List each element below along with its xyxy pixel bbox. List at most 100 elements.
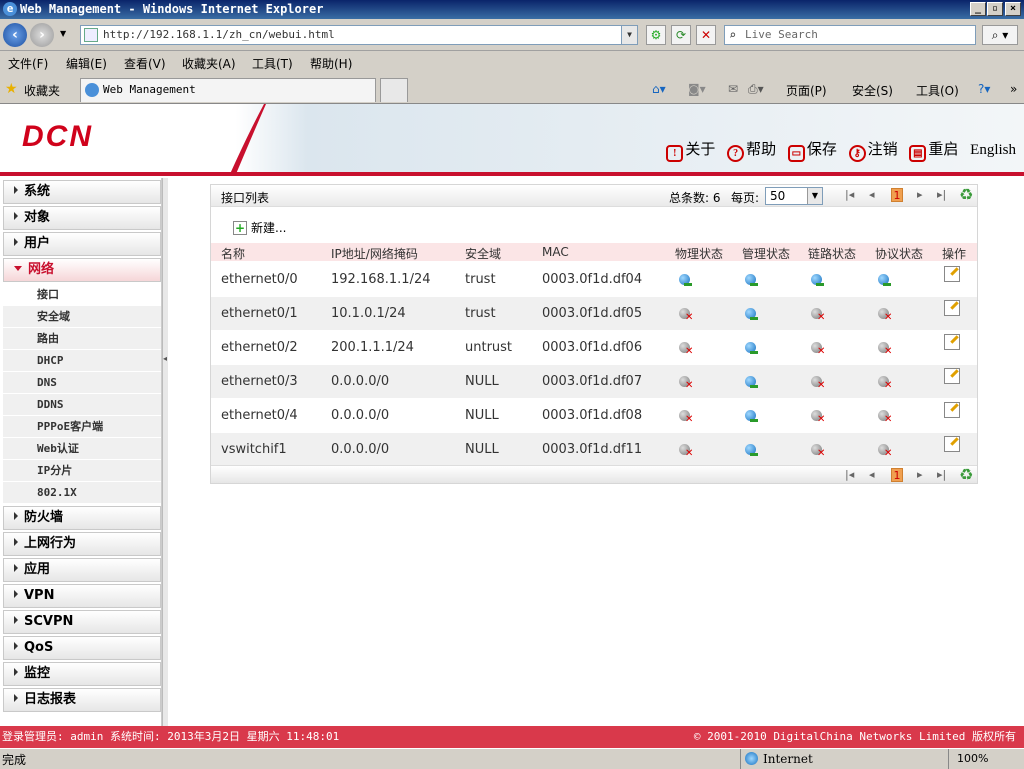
- browser-tab[interactable]: Web Management: [80, 78, 376, 102]
- login-info: 登录管理员: admin 系统时间: 2013年3月2日 星期六 11:48:0…: [2, 730, 340, 743]
- menu-favorites[interactable]: 收藏夹(A): [182, 55, 236, 72]
- save-link[interactable]: ▭ 保存: [787, 138, 837, 162]
- compat-view-icon[interactable]: ⚙: [646, 25, 666, 45]
- sidebar-sub-8021x[interactable]: 802.1X: [3, 482, 161, 504]
- sidebar-item-scvpn[interactable]: SCVPN: [3, 610, 161, 634]
- menu-view[interactable]: 查看(V): [124, 55, 166, 72]
- new-button[interactable]: + 新建...: [233, 219, 286, 236]
- sidebar-sub-route[interactable]: 路由: [3, 328, 161, 350]
- feeds-icon[interactable]: ◙▾: [688, 82, 706, 96]
- current-page[interactable]: 1: [891, 188, 903, 202]
- help-icon[interactable]: ?▾: [978, 82, 990, 96]
- address-dropdown-icon[interactable]: ▼: [621, 26, 637, 44]
- english-link[interactable]: English: [970, 142, 1016, 159]
- new-tab-button[interactable]: [380, 78, 408, 102]
- refresh-icon[interactable]: ⟳: [671, 25, 691, 45]
- maximize-button[interactable]: ▫: [987, 2, 1003, 16]
- prev-page-icon[interactable]: ◂: [869, 468, 875, 481]
- collapse-arrow-icon[interactable]: ◂: [163, 354, 167, 363]
- sidebar-item-log-report[interactable]: 日志报表: [3, 688, 161, 712]
- mail-icon[interactable]: ✉: [728, 82, 738, 96]
- print-icon[interactable]: ⎙▾: [748, 82, 764, 97]
- next-page-icon[interactable]: ▸: [917, 188, 923, 201]
- sidebar-item-network[interactable]: 网络: [3, 258, 161, 282]
- back-icon[interactable]: ‹: [3, 23, 27, 47]
- last-page-icon[interactable]: ▸|: [937, 188, 946, 201]
- per-page-select[interactable]: 50 ▼: [765, 187, 823, 205]
- sidebar-item-application[interactable]: 应用: [3, 558, 161, 582]
- recent-pages-icon[interactable]: ▼: [60, 29, 66, 38]
- table-row[interactable]: vswitchif1 0.0.0.0/0 NULL 0003.0f1d.df11 ✕ ✕ ✕: [211, 433, 977, 467]
- favorites-label[interactable]: 收藏夹: [24, 82, 60, 99]
- sidebar-splitter[interactable]: ◂: [162, 178, 168, 726]
- sidebar-item-system[interactable]: 系统: [3, 180, 161, 204]
- internet-zone: Internet: [740, 749, 813, 769]
- sidebar-item-qos[interactable]: QoS: [3, 636, 161, 660]
- edit-icon[interactable]: [944, 402, 960, 418]
- edit-icon[interactable]: [944, 334, 960, 350]
- current-page[interactable]: 1: [891, 468, 903, 482]
- favorites-star-icon[interactable]: ★: [5, 81, 18, 97]
- panel-title: 接口列表: [221, 191, 270, 205]
- col-ip[interactable]: IP地址/网络掩码: [331, 245, 418, 262]
- sidebar-sub-interface[interactable]: 接口: [3, 284, 161, 306]
- sidebar-item-monitor[interactable]: 监控: [3, 662, 161, 686]
- edit-icon[interactable]: [944, 368, 960, 384]
- new-plus-icon: +: [233, 221, 247, 235]
- collapsed-arrow-icon: [14, 590, 18, 598]
- logout-link[interactable]: ⚷ 注销: [848, 138, 898, 162]
- help-link[interactable]: ? 帮助: [727, 138, 776, 162]
- menu-file[interactable]: 文件(F): [8, 55, 48, 72]
- safety-menu[interactable]: 安全(S): [852, 82, 893, 99]
- table-row[interactable]: ethernet0/1 10.1.0.1/24 trust 0003.0f1d.df0…: [211, 297, 977, 331]
- menu-help[interactable]: 帮助(H): [310, 55, 352, 72]
- refresh-icon[interactable]: ♻: [959, 185, 973, 204]
- col-name[interactable]: 名称: [221, 245, 245, 262]
- sidebar-sub-ipfrag[interactable]: IP分片: [3, 460, 161, 482]
- edit-icon[interactable]: [944, 266, 960, 282]
- sidebar-item-object[interactable]: 对象: [3, 206, 161, 230]
- sidebar-item-behavior[interactable]: 上网行为: [3, 532, 161, 556]
- search-input[interactable]: ⌕ Live Search: [724, 25, 976, 45]
- sidebar-item-vpn[interactable]: VPN: [3, 584, 161, 608]
- edit-icon[interactable]: [944, 436, 960, 452]
- sidebar-sub-dhcp[interactable]: DHCP: [3, 350, 161, 372]
- chevron-more-icon[interactable]: »: [1010, 82, 1017, 96]
- zoom-level[interactable]: 100%: [948, 749, 988, 769]
- minimize-button[interactable]: _: [970, 2, 986, 16]
- menu-tools[interactable]: 工具(T): [252, 55, 293, 72]
- sidebar-item-firewall[interactable]: 防火墙: [3, 506, 161, 530]
- last-page-icon[interactable]: ▸|: [937, 468, 946, 481]
- reboot-link[interactable]: ▤ 重启: [909, 138, 958, 162]
- page-menu[interactable]: 页面(P): [786, 82, 827, 99]
- edit-icon[interactable]: [944, 300, 960, 316]
- table-row[interactable]: ethernet0/0 192.168.1.1/24 trust 0003.0f1d.…: [211, 263, 977, 297]
- next-page-icon[interactable]: ▸: [917, 468, 923, 481]
- refresh-icon[interactable]: ♻: [959, 465, 973, 484]
- col-mac[interactable]: MAC: [542, 245, 569, 259]
- sidebar-sub-dns[interactable]: DNS: [3, 372, 161, 394]
- status-down-icon: ✕: [876, 408, 892, 425]
- prev-page-icon[interactable]: ◂: [869, 188, 875, 201]
- menu-edit[interactable]: 编辑(E): [66, 55, 107, 72]
- stop-icon[interactable]: ✕: [696, 25, 716, 45]
- about-link[interactable]: ! 关于: [666, 138, 715, 162]
- close-button[interactable]: ×: [1005, 2, 1021, 16]
- address-bar[interactable]: http://192.168.1.1/zh_cn/webui.html ▼: [80, 25, 638, 45]
- home-icon[interactable]: ⌂▾: [652, 82, 666, 96]
- sidebar-item-user[interactable]: 用户: [3, 232, 161, 256]
- sidebar-sub-pppoe[interactable]: PPPoE客户端: [3, 416, 161, 438]
- table-row[interactable]: ethernet0/4 0.0.0.0/0 NULL 0003.0f1d.df08 ✕ ✕…: [211, 399, 977, 433]
- table-row[interactable]: ethernet0/3 0.0.0.0/0 NULL 0003.0f1d.df07 ✕ ✕…: [211, 365, 977, 399]
- sidebar-sub-ddns[interactable]: DDNS: [3, 394, 161, 416]
- forward-icon[interactable]: ›: [30, 23, 54, 47]
- sidebar-sub-webauth[interactable]: Web认证: [3, 438, 161, 460]
- col-zone[interactable]: 安全域: [465, 245, 501, 262]
- first-page-icon[interactable]: |◂: [845, 188, 854, 201]
- first-page-icon[interactable]: |◂: [845, 468, 854, 481]
- table-row[interactable]: ethernet0/2 200.1.1.1/24 untrust 0003.0f1d.…: [211, 331, 977, 365]
- tools-menu[interactable]: 工具(O): [916, 82, 959, 99]
- search-button[interactable]: ⌕ ▾: [982, 25, 1018, 45]
- sidebar-sub-zone[interactable]: 安全域: [3, 306, 161, 328]
- cell-ip: 200.1.1.1/24: [331, 340, 414, 355]
